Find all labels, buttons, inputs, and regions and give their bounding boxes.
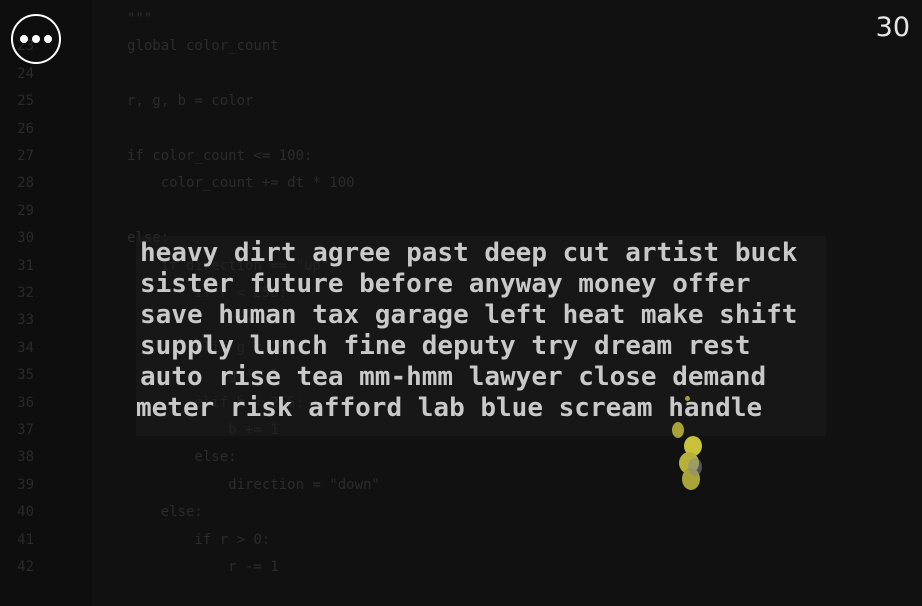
- code-line: 26: [0, 116, 922, 143]
- timer: 30: [875, 12, 910, 43]
- code-text: r -= 1: [127, 559, 279, 575]
- line-number: 32: [17, 285, 34, 301]
- more-horizontal-icon: [44, 35, 52, 43]
- line-number: 25: [17, 93, 34, 110]
- particle: [685, 396, 690, 401]
- code-line: 41 if r > 0:: [0, 527, 922, 554]
- word-line: heavy dirt agree past deep cut artist bu…: [140, 238, 798, 268]
- code-line: 38 else:: [0, 444, 922, 471]
- code-line: 42 r -= 1: [0, 554, 922, 581]
- code-text: if color_count <= 100:: [127, 148, 313, 164]
- code-text: else:: [127, 449, 237, 466]
- code-line: 25 r, g, b = color: [0, 88, 922, 115]
- line-number: 38: [17, 449, 34, 466]
- code-line: 28 color_count += dt * 100: [0, 170, 922, 197]
- code-line: 23 global color_count: [0, 33, 922, 60]
- code-text: direction = "down": [127, 476, 380, 493]
- word-line: auto rise tea mm-hmm lawyer close demand: [140, 362, 767, 392]
- word-line: save human tax garage left heat make shi…: [140, 300, 798, 330]
- line-number: 30: [17, 230, 34, 247]
- word-line: sister future before anyway money offer: [140, 269, 751, 299]
- code-line: 29: [0, 198, 922, 225]
- line-number: 33: [17, 312, 34, 329]
- code-text: """: [127, 11, 153, 27]
- code-text: else:: [127, 504, 203, 521]
- line-number: 40: [17, 504, 34, 521]
- word-line: supply lunch fine deputy try dream rest: [140, 331, 751, 361]
- word-line: meter risk afford lab blue scream handle: [136, 393, 763, 423]
- code-text: if r > 0:: [127, 531, 271, 548]
- particle: [688, 458, 702, 476]
- line-number: 34: [17, 339, 34, 356]
- code-line: 24: [0, 61, 922, 88]
- code-text: color_count += dt * 100: [127, 175, 355, 192]
- line-number: 39: [17, 476, 34, 493]
- more-horizontal-icon: [20, 35, 28, 43]
- line-number: 31: [17, 257, 34, 274]
- code-line: """: [0, 6, 922, 33]
- more-horizontal-icon: [32, 35, 40, 43]
- code-line: 39 direction = "down": [0, 472, 922, 499]
- line-number: 37: [17, 422, 34, 438]
- line-number: 35: [17, 367, 34, 384]
- code-line: 40 else:: [0, 499, 922, 526]
- line-number: 26: [17, 120, 34, 137]
- line-number: 29: [17, 202, 34, 219]
- line-number: 41: [17, 531, 34, 548]
- typing-game-stage[interactable]: """ 23 global color_count 24 25 r, g, b = col…: [0, 0, 922, 606]
- code-text: global color_count: [127, 38, 279, 55]
- line-number: 27: [17, 148, 34, 164]
- menu-button[interactable]: [11, 14, 61, 64]
- code-line: 27 if color_count <= 100:: [0, 143, 922, 170]
- line-number: 24: [17, 65, 34, 82]
- line-number: 42: [17, 559, 34, 575]
- line-number: 36: [17, 394, 34, 411]
- particle: [672, 422, 684, 438]
- code-text: r, g, b = color: [127, 93, 254, 110]
- line-number: 28: [17, 175, 34, 192]
